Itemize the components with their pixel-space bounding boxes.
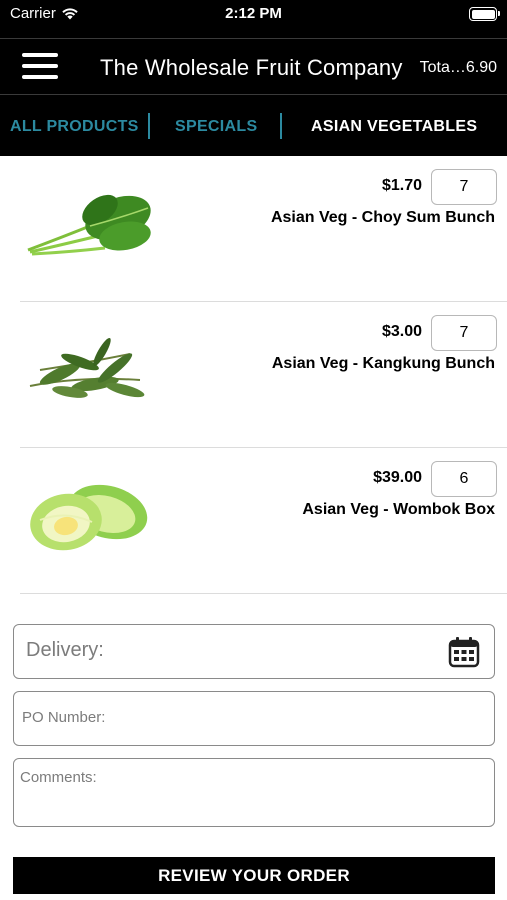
po-number-input[interactable] (22, 709, 482, 726)
wombok-icon (30, 484, 148, 551)
product-row: $3.00 Asian Veg - Kangkung Bunch (20, 302, 507, 448)
quantity-input[interactable] (431, 315, 497, 351)
choy-sum-icon (27, 194, 151, 256)
tab-asian-vegetables[interactable]: ASIAN VEGETABLES (311, 118, 477, 136)
review-order-button[interactable]: REVIEW YOUR ORDER (13, 857, 495, 894)
tab-divider (280, 113, 282, 139)
comments-input[interactable] (20, 769, 486, 821)
tab-all-products[interactable]: ALL PRODUCTS (10, 118, 139, 136)
product-name: Asian Veg - Kangkung Bunch (271, 355, 495, 372)
po-number-field[interactable] (13, 691, 495, 746)
category-tabs: ALL PRODUCTS SPECIALS ASIAN VEGETABLES (0, 94, 507, 156)
comments-field[interactable] (13, 758, 495, 827)
cart-total[interactable]: Tota…6.90 (420, 59, 497, 77)
product-row: $1.70 Asian Veg - Choy Sum Bunch (20, 156, 507, 302)
product-price: $3.00 (381, 323, 422, 340)
product-row: $39.00 Asian Veg - Wombok Box (20, 448, 507, 594)
delivery-input[interactable] (26, 639, 426, 662)
status-bar: Carrier 2:12 PM (0, 0, 507, 38)
tab-divider (148, 113, 150, 139)
calendar-icon[interactable] (448, 636, 480, 668)
product-name: Asian Veg - Choy Sum Bunch (270, 209, 495, 226)
quantity-input[interactable] (431, 169, 497, 205)
product-name: Asian Veg - Wombok Box (302, 501, 495, 518)
quantity-input[interactable] (431, 461, 497, 497)
product-price: $39.00 (373, 469, 422, 486)
app-header: The Wholesale Fruit Company Tota…6.90 (0, 38, 507, 94)
app-title: The Wholesale Fruit Company (100, 55, 403, 80)
hamburger-menu-icon[interactable] (22, 53, 58, 79)
product-price: $1.70 (381, 177, 422, 194)
status-time: 2:12 PM (225, 5, 282, 22)
delivery-field[interactable] (13, 624, 495, 679)
battery-icon (469, 7, 500, 21)
kangkung-icon (29, 338, 145, 398)
tab-specials[interactable]: SPECIALS (175, 118, 257, 136)
